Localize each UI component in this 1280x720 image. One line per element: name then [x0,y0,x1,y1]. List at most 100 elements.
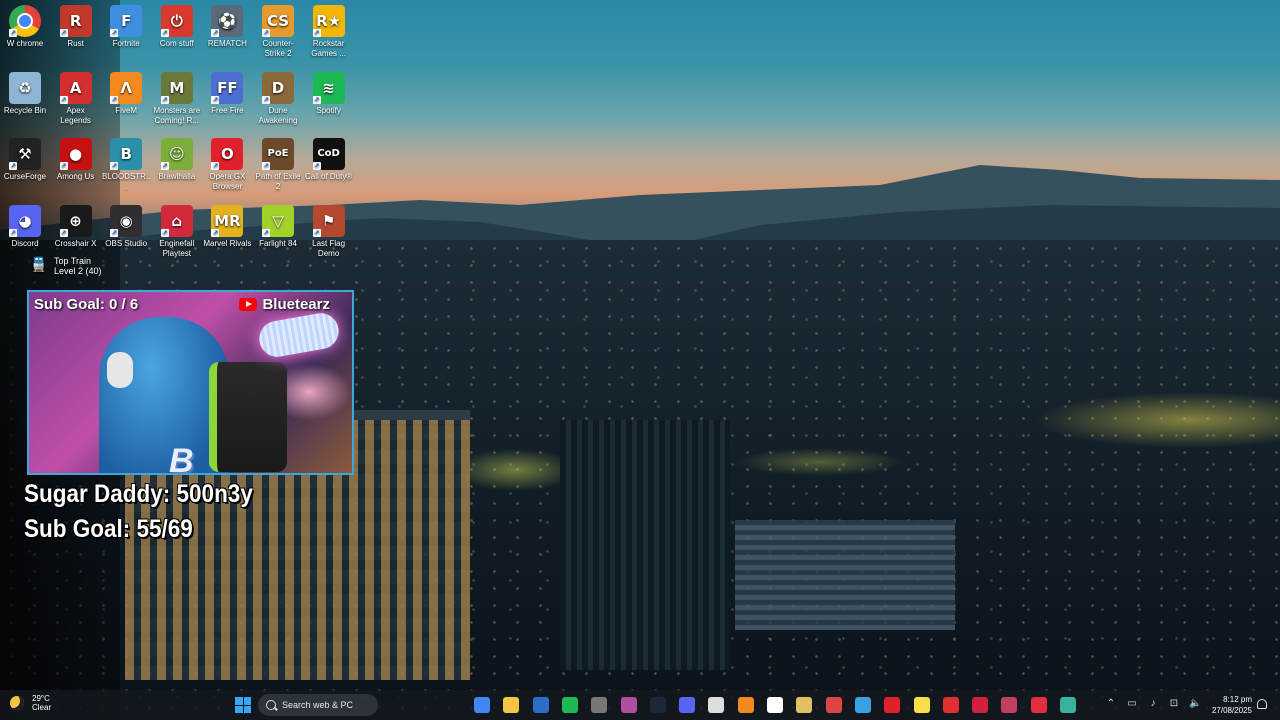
desktop-icon-label: BLOODSTR... [101,172,151,191]
desktop-icon-spotify[interactable]: ≋ ↗ Spotify [304,71,354,116]
desktop-icon-label: Fortnite [112,39,140,48]
brawlhalla-icon: ☺ ↗ [160,138,193,170]
desktop-icon-apex[interactable]: A ↗ Apex Legends [51,71,101,126]
capcut-app-icon[interactable] [708,697,725,713]
chrome-alt-app-icon[interactable] [825,697,842,713]
chevron-up-icon[interactable]: ⌃ [1105,698,1117,709]
file-explorer-app-icon[interactable] [503,697,520,713]
weather-widget[interactable]: 29°C Clear [10,694,51,712]
vlc-app-icon[interactable] [737,697,754,713]
obs-app-icon[interactable] [620,697,637,713]
search-box[interactable]: Search web & PC [258,694,378,716]
fortnite-icon: F ↗ [110,5,143,37]
clock-date: 27/08/2025 [1211,706,1252,715]
apex-icon: A ↗ [59,71,92,104]
chrome-app-icon[interactable] [474,697,490,713]
photos-app-icon[interactable] [854,697,871,713]
desktop-icon-rust[interactable]: R ↗ Rust [51,5,101,49]
cpu-app-icon[interactable] [591,697,608,713]
shortcut-arrow-icon: ↗ [312,228,321,237]
visual-studio-app-icon[interactable] [532,697,549,713]
shortcut-arrow-icon: ↗ [312,29,321,37]
desktop-icon-bloodstrike[interactable]: B ↗ BLOODSTR... [101,138,151,192]
desktop-icon-label: Discord [11,238,39,248]
spotify-app-icon[interactable] [561,697,578,713]
desktop-icon-counter-strike[interactable]: CS ↗ Counter-Strike 2 [253,5,303,59]
gaming-chair [209,362,287,472]
desktop-icon-label: Last Flag Demo [312,238,346,258]
bloodstrike-icon: B ↗ [110,138,143,170]
notification-bell-icon[interactable] [1257,699,1267,709]
webcam-overlay: B Sub Goal: 0 / 6 Bluetearz [27,290,354,475]
weather-condition: Clear [32,703,52,712]
desktop-icon-poe[interactable]: PoE ↗ Path of Exile 2 [253,138,303,192]
opera-gx-app-icon[interactable] [972,697,989,713]
desktop-icon-call-of-duty[interactable]: CoD ↗ Call of Duty® [304,138,354,182]
monitor-icon[interactable]: ▭ [1126,698,1138,709]
desktop-icon-chrome[interactable]: ↗ W chrome [0,5,50,49]
shortcut-arrow-icon: ↗ [312,162,321,170]
text-app-icon[interactable] [1001,697,1018,713]
network-icon[interactable]: ⊡ [1168,698,1180,709]
desktop-icon-rockstar[interactable]: R★ ↗ Rockstar Games ... [304,5,354,59]
desktop-icon-curseforge[interactable]: ⚒ ↗ CurseForge [0,138,50,182]
top-train-title: Top Train [54,256,92,266]
desktop-icon-rematch[interactable]: ⚽ ↗ REMATCH [202,5,252,49]
volume-icon[interactable]: 🔈 [1189,698,1201,709]
microphone-icon[interactable]: ♪ [1147,698,1159,709]
desktop-icon-label: Opera GX Browser [209,172,246,191]
desktop-icon-recycle-bin[interactable]: ♻ Recycle Bin [0,71,50,116]
desktop-icon-label: Spotify [316,105,341,115]
desktop-icon-marvel-rivals[interactable]: MR ↗ Marvel Rivals [202,204,252,249]
notes-app-icon[interactable] [913,697,930,713]
desktop-icon-label: FiveM [115,105,138,115]
steam-app-icon[interactable] [649,697,666,713]
desktop-icon-last-flag[interactable]: ⚑ ↗ Last Flag Demo [304,204,354,259]
desktop-icon-label: Enginefall Playtest [159,238,195,258]
train-icon: 🚆 [30,256,48,272]
terminal-app-icon[interactable] [1060,697,1076,713]
rust-icon: R ↗ [59,5,92,37]
desktop-icon-brawlhalla[interactable]: ☺ ↗ Brawlhalla [152,138,202,182]
desktop-icon-label: Among Us [56,172,95,181]
desktop-icon-label: OBS Studio [105,238,148,248]
top-train-widget: 🚆 Top Train Level 2 (40) [30,256,102,276]
desktop-icon-fivem[interactable]: Λ ↗ FiveM [101,71,151,116]
rockstar-icon: R★ ↗ [312,5,345,37]
desktop-icon-among-us[interactable]: ● ↗ Among Us [51,138,101,182]
headphones [107,352,133,388]
desktop-icon-opera-gx[interactable]: O ↗ Opera GX Browser [202,138,252,192]
desktop-icon-crosshair[interactable]: ⊕ ↗ Crosshair X [51,204,101,249]
clock[interactable]: 8:12 pm 27/08/2025 [1208,694,1252,716]
desktop-icon-label: Brawlhalla [158,172,196,181]
desktop-icon-dune[interactable]: D ↗ Dune Awakening [253,71,303,126]
rematch-icon: ⚽ ↗ [211,5,244,37]
shortcut-arrow-icon: ↗ [160,228,169,237]
fivem-icon: Λ ↗ [110,71,143,104]
shortcut-arrow-icon: ↗ [312,95,321,104]
desktop-icon-power[interactable]: ⏻ ↗ Com stuff [152,5,202,49]
desktop-icon-fortnite[interactable]: F ↗ Fortnite [101,5,151,49]
desktop-icon-label: Path of Exile 2 [255,172,301,191]
shortcut-arrow-icon: ↗ [59,228,68,237]
start-button[interactable] [235,697,251,713]
call-of-duty-icon: CoD ↗ [312,138,345,170]
media-app-icon[interactable] [796,697,813,713]
desktop-icon-discord[interactable]: ◕ ↗ Discord [0,204,50,249]
fn-app-icon[interactable] [1030,697,1047,713]
record-app-icon[interactable] [942,697,959,713]
desktop-icon-label: CurseForge [3,172,47,181]
desktop-icon-obs[interactable]: ◉ ↗ OBS Studio [101,204,151,249]
taskbar: 29°C Clear Search web & PC ⌃ ▭ ♪ ⊡ 🔈 8:1… [0,690,1280,720]
discord-app-icon[interactable] [679,697,696,713]
clipchamp-app-icon[interactable] [767,697,783,713]
opera-app-icon[interactable] [884,697,901,713]
desktop-icon-enginefall[interactable]: ⌂ ↗ Enginefall Playtest [152,204,202,259]
desktop-icon-free-fire[interactable]: FF ↗ Free Fire [202,71,252,116]
free-fire-icon: FF ↗ [211,71,244,104]
shortcut-arrow-icon: ↗ [211,95,220,104]
desktop-icon-label: Farlight 84 [259,238,297,248]
shortcut-arrow-icon: ↗ [160,162,169,170]
desktop-icon-farlight[interactable]: ▽ ↗ Farlight 84 [253,204,303,249]
desktop-icon-monsters[interactable]: M ↗ Monsters are Coming! R... [152,71,202,126]
